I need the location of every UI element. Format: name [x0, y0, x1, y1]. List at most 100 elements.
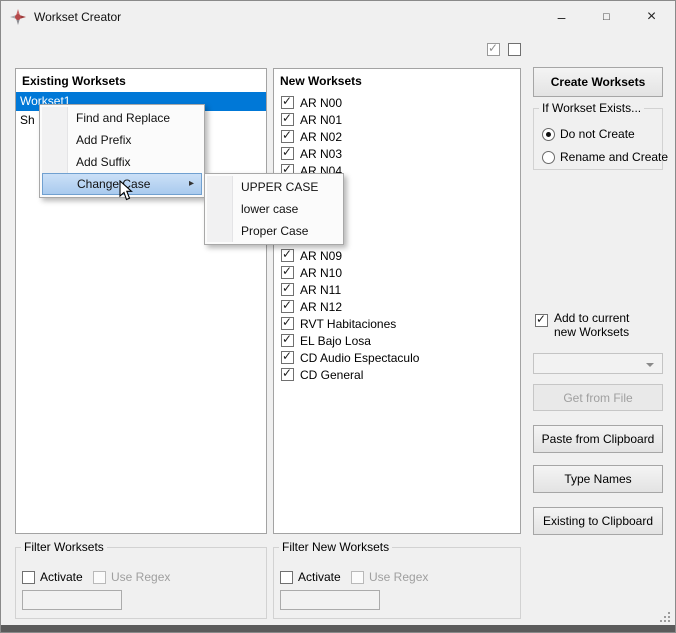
use-regex-label: Use Regex [111, 570, 171, 584]
workset-label: AR N02 [300, 129, 343, 144]
filter-worksets-activate[interactable]: Activate [22, 570, 83, 584]
submenu-item-upper-case[interactable]: UPPER CASE [207, 176, 341, 198]
chevron-down-icon [646, 363, 654, 367]
new-worksets-panel: New Worksets ✓ AR N00 ✓ AR N01 ✓ AR N02 ✓ AR… [273, 68, 521, 534]
filter-new-worksets-use-regex[interactable]: Use Regex [351, 570, 428, 584]
activate-checkbox[interactable] [280, 570, 293, 584]
workset-label: AR N11 [300, 282, 342, 297]
check-icon: ✓ [282, 111, 293, 125]
toolbar-checkbox-checked[interactable]: ✓ [487, 41, 500, 56]
menu-item-add-suffix[interactable]: Add Suffix [42, 151, 202, 173]
radio-rename-and-create[interactable]: Rename and Create [542, 150, 668, 164]
menu-item-label: Change Case [77, 177, 151, 191]
check-icon: ✓ [282, 332, 293, 346]
workset-checkbox[interactable]: ✓ [281, 128, 294, 143]
new-workset-row[interactable]: ✓ CD Audio Espectaculo [274, 349, 520, 366]
new-workset-row[interactable]: ✓ AR N02 [274, 128, 520, 145]
resize-grip-icon[interactable] [658, 610, 671, 623]
check-icon: ✓ [282, 128, 293, 142]
maximize-button[interactable]: □ [584, 1, 629, 32]
toolbar-checkbox-unchecked[interactable] [508, 43, 521, 56]
check-icon: ✓ [282, 94, 293, 108]
workset-checkbox[interactable]: ✓ [281, 332, 294, 347]
workset-checkbox[interactable]: ✓ [281, 264, 294, 279]
new-workset-row[interactable]: ✓ AR N11 [274, 281, 520, 298]
type-names-button[interactable]: Type Names [533, 465, 663, 493]
check-icon: ✓ [282, 247, 293, 261]
if-workset-exists-group: If Workset Exists... Do not Create Renam… [533, 101, 668, 170]
new-workset-row[interactable]: ✓ AR N01 [274, 111, 520, 128]
workset-label: CD General [300, 367, 364, 382]
new-workset-row[interactable]: ✓ EL Bajo Losa [274, 332, 520, 349]
mouse-cursor-icon [119, 180, 133, 201]
check-icon: ✓ [536, 312, 547, 326]
workset-checkbox[interactable]: ✓ [281, 315, 294, 330]
new-workset-row[interactable]: ✓ CD General [274, 366, 520, 383]
check-icon: ✓ [282, 349, 293, 363]
workset-label: AR N03 [300, 146, 343, 161]
workset-checkbox[interactable]: ✓ [281, 298, 294, 313]
filter-worksets-input[interactable] [22, 590, 122, 610]
add-to-current-line1: Add to current [554, 311, 630, 325]
workset-checkbox[interactable]: ✓ [281, 94, 294, 109]
new-workset-row[interactable]: ✓ AR N10 [274, 264, 520, 281]
filter-worksets-use-regex[interactable]: Use Regex [93, 570, 170, 584]
menu-item-add-prefix[interactable]: Add Prefix [42, 129, 202, 151]
check-icon: ✓ [282, 366, 293, 380]
workset-label: EL Bajo Losa [300, 333, 371, 348]
use-regex-checkbox[interactable] [93, 570, 106, 584]
filter-worksets-label: Filter Worksets [21, 540, 107, 554]
minimize-button[interactable]: – [539, 1, 584, 32]
new-workset-row[interactable]: ✓ RVT Habitaciones [274, 315, 520, 332]
workset-checkbox[interactable]: ✓ [281, 349, 294, 364]
workset-checkbox[interactable]: ✓ [281, 145, 294, 160]
radio-selected-icon [542, 127, 555, 141]
file-combobox[interactable] [533, 353, 663, 374]
get-from-file-button[interactable]: Get from File [533, 384, 663, 411]
filter-new-worksets-label: Filter New Worksets [279, 540, 393, 554]
new-workset-row[interactable]: ✓ AR N12 [274, 298, 520, 315]
change-case-submenu: UPPER CASE lower case Proper Case [204, 173, 344, 245]
use-regex-checkbox[interactable] [351, 570, 364, 584]
radio-do-not-create[interactable]: Do not Create [542, 127, 635, 141]
check-icon: ✓ [282, 264, 293, 278]
workset-checkbox[interactable]: ✓ [281, 366, 294, 381]
workset-checkbox[interactable]: ✓ [281, 111, 294, 126]
filter-worksets-group: Filter Worksets Activate Use Regex [15, 540, 267, 619]
workset-label: AR N10 [300, 265, 343, 280]
filter-new-worksets-group: Filter New Worksets Activate Use Regex [273, 540, 521, 619]
new-workset-row[interactable]: ✓ AR N00 [274, 94, 520, 111]
menu-item-find-and-replace[interactable]: Find and Replace [42, 107, 202, 129]
new-workset-row[interactable]: ✓ AR N03 [274, 145, 520, 162]
new-worksets-header: New Worksets [280, 74, 362, 88]
workset-label: AR N00 [300, 95, 343, 110]
filter-new-worksets-input[interactable] [280, 590, 380, 610]
filter-new-worksets-activate[interactable]: Activate [280, 570, 341, 584]
activate-label: Activate [40, 570, 83, 584]
workset-checkbox[interactable]: ✓ [281, 247, 294, 262]
screen-edge [1, 625, 675, 632]
workset-label: CD Audio Espectaculo [300, 350, 420, 365]
paste-from-clipboard-button[interactable]: Paste from Clipboard [533, 425, 663, 453]
create-worksets-button[interactable]: Create Worksets [533, 67, 663, 97]
workset-label: RVT Habitaciones [300, 316, 397, 331]
radio-label: Do not Create [560, 127, 635, 141]
submenu-item-proper-case[interactable]: Proper Case [207, 220, 341, 242]
workset-label: AR N09 [300, 248, 343, 263]
close-button[interactable]: × [629, 1, 674, 32]
submenu-item-lower-case[interactable]: lower case [207, 198, 341, 220]
add-to-current-checkbox-row[interactable]: ✓ Add to current new Worksets [535, 311, 629, 339]
check-icon: ✓ [282, 145, 293, 159]
app-icon [10, 9, 26, 25]
workset-checkbox[interactable]: ✓ [281, 281, 294, 296]
use-regex-label: Use Regex [369, 570, 429, 584]
new-workset-row[interactable]: ✓ AR N09 [274, 247, 520, 264]
check-icon: ✓ [282, 298, 293, 312]
check-icon: ✓ [282, 315, 293, 329]
add-to-current-checkbox[interactable]: ✓ [535, 312, 548, 327]
existing-to-clipboard-button[interactable]: Existing to Clipboard [533, 507, 663, 535]
submenu-arrow-icon: ▸ [188, 178, 194, 189]
activate-checkbox[interactable] [22, 570, 35, 584]
workset-label: AR N01 [300, 112, 343, 127]
if-workset-exists-label: If Workset Exists... [539, 101, 645, 115]
